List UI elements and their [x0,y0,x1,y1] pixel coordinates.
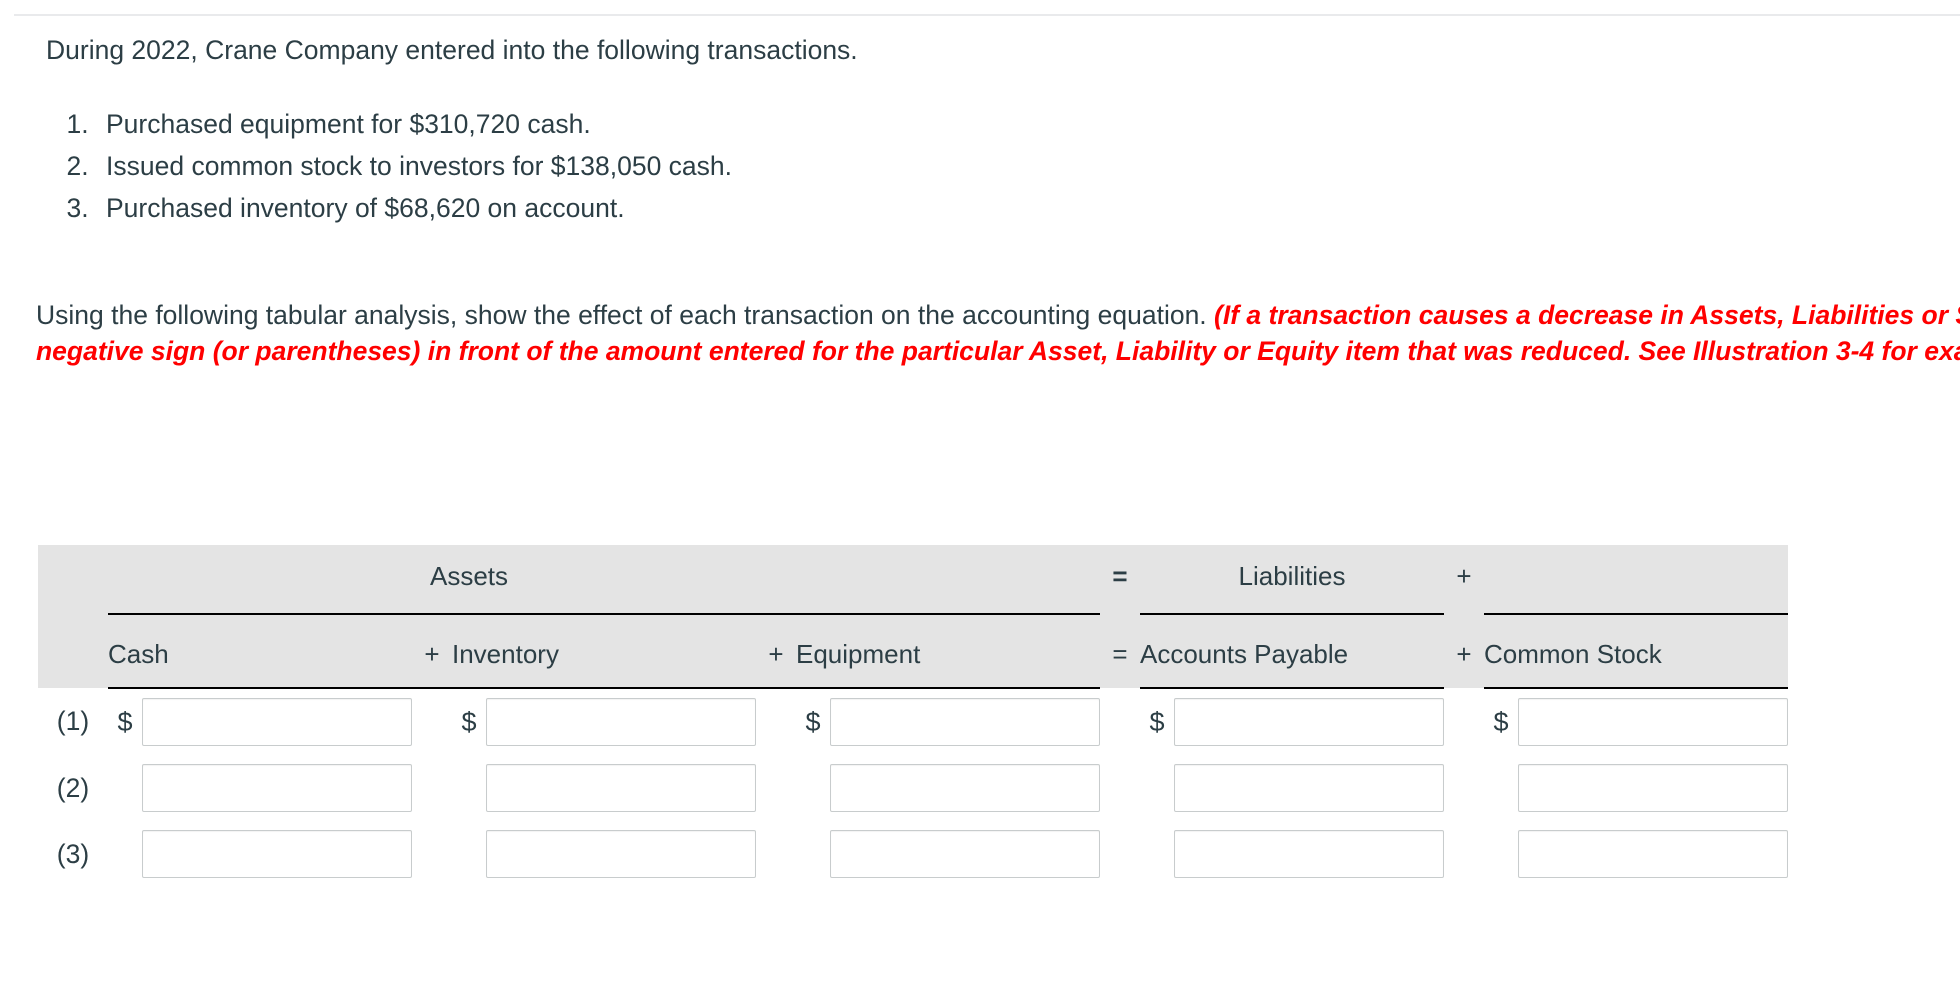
input-inventory-2[interactable] [486,764,756,812]
dollar-placeholder-equipment-3 [796,821,830,887]
column-operator-inventory: + [412,621,452,689]
input-accounts-payable-2[interactable] [1174,764,1444,812]
dollar-placeholder-equipment-2 [796,755,830,821]
input-common-stock-2[interactable] [1518,764,1788,812]
column-header-common-stock: Common Stock [1484,621,1788,689]
dollar-sign-accounts-payable-1: $ [1140,688,1174,755]
input-inventory-1[interactable] [486,698,756,746]
dollar-placeholder-accounts-payable-3 [1140,821,1174,887]
group-label-liabilities: Liabilities [1140,545,1444,607]
row-label-2: (2) [38,755,108,821]
liabilities-group-rule [1140,607,1444,621]
top-divider [14,14,1960,16]
group-operator-equals: = [1100,545,1140,607]
accounting-equation-table: Assets = Liabilities + Cash + Inventory … [38,545,1788,887]
input-equipment-2[interactable] [830,764,1100,812]
table-row: (3) [38,821,1788,887]
column-header-accounts-payable: Accounts Payable [1140,621,1444,689]
input-accounts-payable-1[interactable] [1174,698,1444,746]
question-page: During 2022, Crane Company entered into … [0,0,1960,1004]
column-operator-accounts-payable: = [1100,621,1140,688]
instruction-lead: Using the following tabular analysis, sh… [36,300,1215,330]
group-header-row: Assets = Liabilities + [38,545,1788,607]
input-cash-1[interactable] [142,698,412,746]
instruction-paragraph: Using the following tabular analysis, sh… [36,297,1960,369]
group-label-assets: Assets [108,545,830,607]
dollar-placeholder-common-stock-2 [1484,755,1518,821]
dollar-placeholder-common-stock-3 [1484,821,1518,887]
dollar-placeholder-accounts-payable-2 [1140,755,1174,821]
column-header-equipment: Equipment [796,621,1100,689]
input-common-stock-3[interactable] [1518,830,1788,878]
dollar-placeholder-inventory-2 [452,755,486,821]
row-label-3: (3) [38,821,108,887]
dollar-placeholder-cash-3 [108,821,142,887]
intro-paragraph: During 2022, Crane Company entered into … [46,35,858,65]
column-header-row: Cash + Inventory + Equipment = Accounts … [38,621,1788,689]
input-common-stock-1[interactable] [1518,698,1788,746]
list-item: Issued common stock to investors for $13… [96,145,732,187]
group-rule-row [38,607,1788,621]
list-item: Purchased inventory of $68,620 on accoun… [96,187,732,229]
row-label-1: (1) [38,688,108,755]
list-item: Purchased equipment for $310,720 cash. [96,103,732,145]
input-accounts-payable-3[interactable] [1174,830,1444,878]
table-row: (2) [38,755,1788,821]
equity-group-rule [1484,607,1788,621]
input-cash-2[interactable] [142,764,412,812]
input-inventory-3[interactable] [486,830,756,878]
dollar-sign-common-stock-1: $ [1484,688,1518,755]
dollar-sign-equipment-1: $ [796,688,830,755]
column-header-inventory: Inventory [452,621,756,689]
transaction-list: Purchased equipment for $310,720 cash. I… [46,103,732,229]
dollar-sign-cash-1: $ [108,688,142,755]
dollar-placeholder-inventory-3 [452,821,486,887]
column-header-cash: Cash [108,621,412,689]
input-equipment-3[interactable] [830,830,1100,878]
column-operator-common-stock: + [1444,621,1484,688]
dollar-sign-inventory-1: $ [452,688,486,755]
group-operator-plus: + [1444,545,1484,607]
assets-group-rule [108,607,1100,621]
input-equipment-1[interactable] [830,698,1100,746]
dollar-placeholder-cash-2 [108,755,142,821]
table-row: (1) $ $ $ $ $ [38,688,1788,755]
input-cash-3[interactable] [142,830,412,878]
column-operator-equipment: + [756,621,796,689]
